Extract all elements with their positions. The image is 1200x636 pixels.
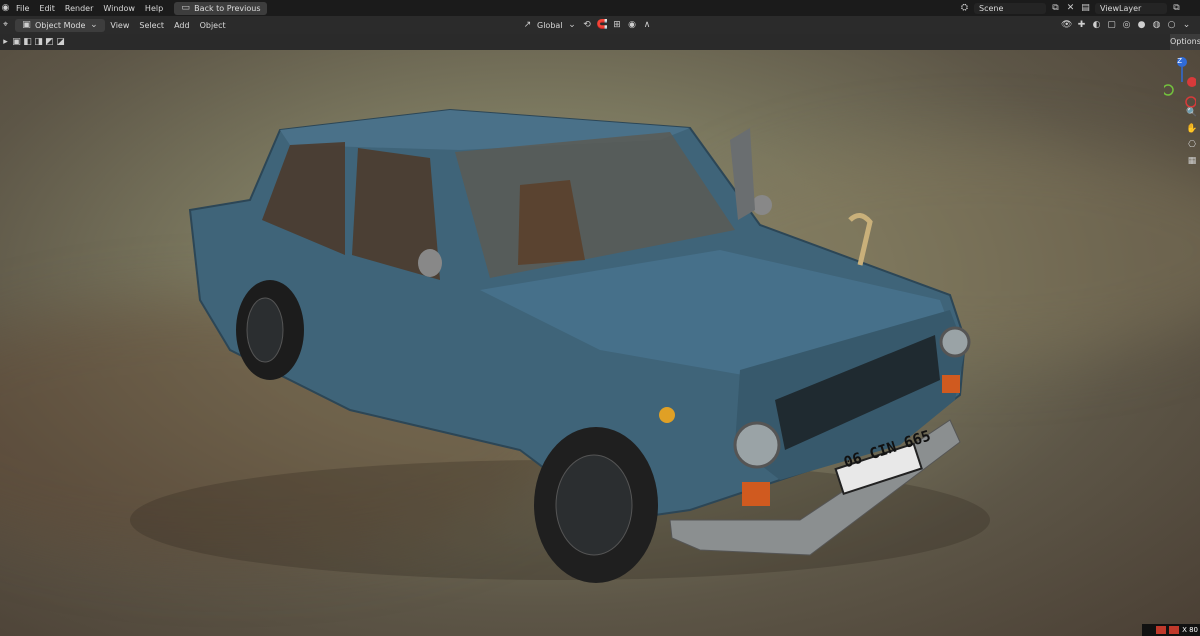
object-mode-dropdown[interactable]: ▣ Object Mode ⌄ (15, 18, 106, 32)
camera-view-icon[interactable]: ⎔ (1186, 140, 1198, 152)
select-new-icon[interactable]: ▣ (11, 37, 22, 48)
options-button[interactable]: Options (1170, 34, 1200, 50)
top-menubar: ◉ File Edit Render Window Help ▭ Back to… (0, 0, 1200, 16)
viewport-navigation-tools: 🔍 ✋ ⎔ ▦ (1186, 108, 1198, 168)
transform-orientation-icon: ↗ (523, 19, 532, 30)
scene-field[interactable]: Scene (974, 2, 1046, 14)
headlight-right (939, 326, 971, 358)
select-invert-icon[interactable]: ◩ (44, 37, 55, 48)
menu-edit[interactable]: Edit (34, 4, 60, 13)
viewlayer-icon[interactable]: ▤ (1080, 3, 1091, 14)
menu-window[interactable]: Window (98, 4, 140, 13)
zoom-icon[interactable]: 🔍 (1186, 108, 1198, 120)
car-model[interactable] (0, 50, 1200, 636)
pivot-icon[interactable]: ⟲ (582, 20, 593, 31)
rear-rim (246, 297, 284, 363)
select-intersect-icon[interactable]: ◪ (55, 37, 66, 48)
viewport-header: ⌖ ▣ Object Mode ⌄ View Select Add Object… (0, 16, 1200, 34)
wireframe-shading-icon[interactable]: ◎ (1121, 20, 1132, 31)
recording-icon (1156, 626, 1167, 634)
object-mode-label: Object Mode (35, 20, 86, 30)
overlay-icon[interactable]: ◐ (1091, 20, 1102, 31)
select-subtract-icon[interactable]: ◨ (33, 37, 44, 48)
front-rim (555, 454, 633, 556)
chevron-down-icon[interactable]: ⌄ (567, 20, 578, 31)
select-tool-icon[interactable]: ▸ (0, 37, 11, 48)
viewlayer-field[interactable]: ViewLayer (1095, 2, 1167, 14)
object-mode-icon: ▣ (22, 19, 31, 30)
gizmo-z-label: Z (1177, 57, 1182, 65)
material-shading-icon[interactable]: ◍ (1151, 20, 1162, 31)
gizmo-toggle-icon[interactable]: ✚ (1076, 20, 1087, 31)
menu-select[interactable]: Select (134, 21, 169, 30)
gizmo-x-negative-axis (1185, 96, 1196, 108)
menu-help[interactable]: Help (140, 4, 168, 13)
snap-target-icon[interactable]: ⊞ (612, 20, 623, 31)
pan-hand-icon[interactable]: ✋ (1186, 124, 1198, 136)
back-to-previous-button[interactable]: ▭ Back to Previous (174, 1, 267, 15)
side-mirror (418, 249, 442, 277)
recording-icon (1169, 626, 1180, 634)
menu-render[interactable]: Render (60, 4, 98, 13)
viewport-shading-controls: 👁 ✚ ◐ ▢ ◎ ● ◍ ○ ⌄ (1061, 20, 1200, 31)
rendered-shading-icon[interactable]: ○ (1166, 20, 1177, 31)
new-viewlayer-icon[interactable]: ⧉ (1171, 3, 1182, 14)
indicator-left (742, 482, 770, 506)
shading-options-icon[interactable]: ⌄ (1181, 20, 1192, 31)
corner-text: X 80 (1182, 626, 1198, 634)
gizmo-y-negative-axis (1164, 84, 1174, 96)
side-mirror (752, 195, 772, 215)
xray-icon[interactable]: ▢ (1106, 20, 1117, 31)
proportional-edit-icon[interactable]: ◉ (627, 20, 638, 31)
chevron-down-icon: ⌄ (90, 19, 98, 30)
select-extend-icon[interactable]: ◧ (22, 37, 33, 48)
transform-orientation-label[interactable]: Global (537, 21, 563, 30)
tool-settings-bar: ▸ ▣ ◧ ◨ ◩ ◪ (0, 34, 1200, 50)
perspective-toggle-icon[interactable]: ▦ (1186, 156, 1198, 168)
snap-icon[interactable]: 🧲 (597, 20, 608, 31)
prayer-beads (848, 213, 873, 266)
menu-add[interactable]: Add (169, 21, 195, 30)
back-to-previous-label: Back to Previous (194, 3, 261, 13)
blender-logo-icon[interactable]: ◉ (0, 3, 11, 14)
transform-controls: ↗ Global ⌄ ⟲ 🧲 ⊞ ◉ ∧ (522, 20, 653, 31)
menu-file[interactable]: File (11, 4, 34, 13)
editor-type-icon[interactable]: ⌖ (0, 20, 11, 31)
falloff-icon[interactable]: ∧ (642, 20, 653, 31)
menu-object[interactable]: Object (195, 21, 231, 30)
headlight-left (733, 421, 781, 469)
visibility-icon[interactable]: 👁 (1061, 20, 1072, 31)
delete-scene-icon[interactable]: ✕ (1065, 3, 1076, 14)
indicator-right (942, 375, 960, 393)
gizmo-x-axis (1187, 77, 1196, 87)
screen-icon: ▭ (181, 2, 190, 13)
side-marker (659, 407, 675, 423)
scene-icon[interactable]: ⛭ (959, 3, 970, 14)
new-scene-icon[interactable]: ⧉ (1050, 3, 1061, 14)
3d-viewport[interactable]: 06 CIN 665 Z 🔍 ✋ ⎔ ▦ X 80 (0, 50, 1200, 636)
scene-controls: ⛭ Scene ⧉ ✕ ▤ ViewLayer ⧉ (959, 2, 1200, 14)
solid-shading-icon[interactable]: ● (1136, 20, 1147, 31)
status-corner: X 80 (1142, 624, 1200, 636)
menu-view[interactable]: View (105, 21, 134, 30)
